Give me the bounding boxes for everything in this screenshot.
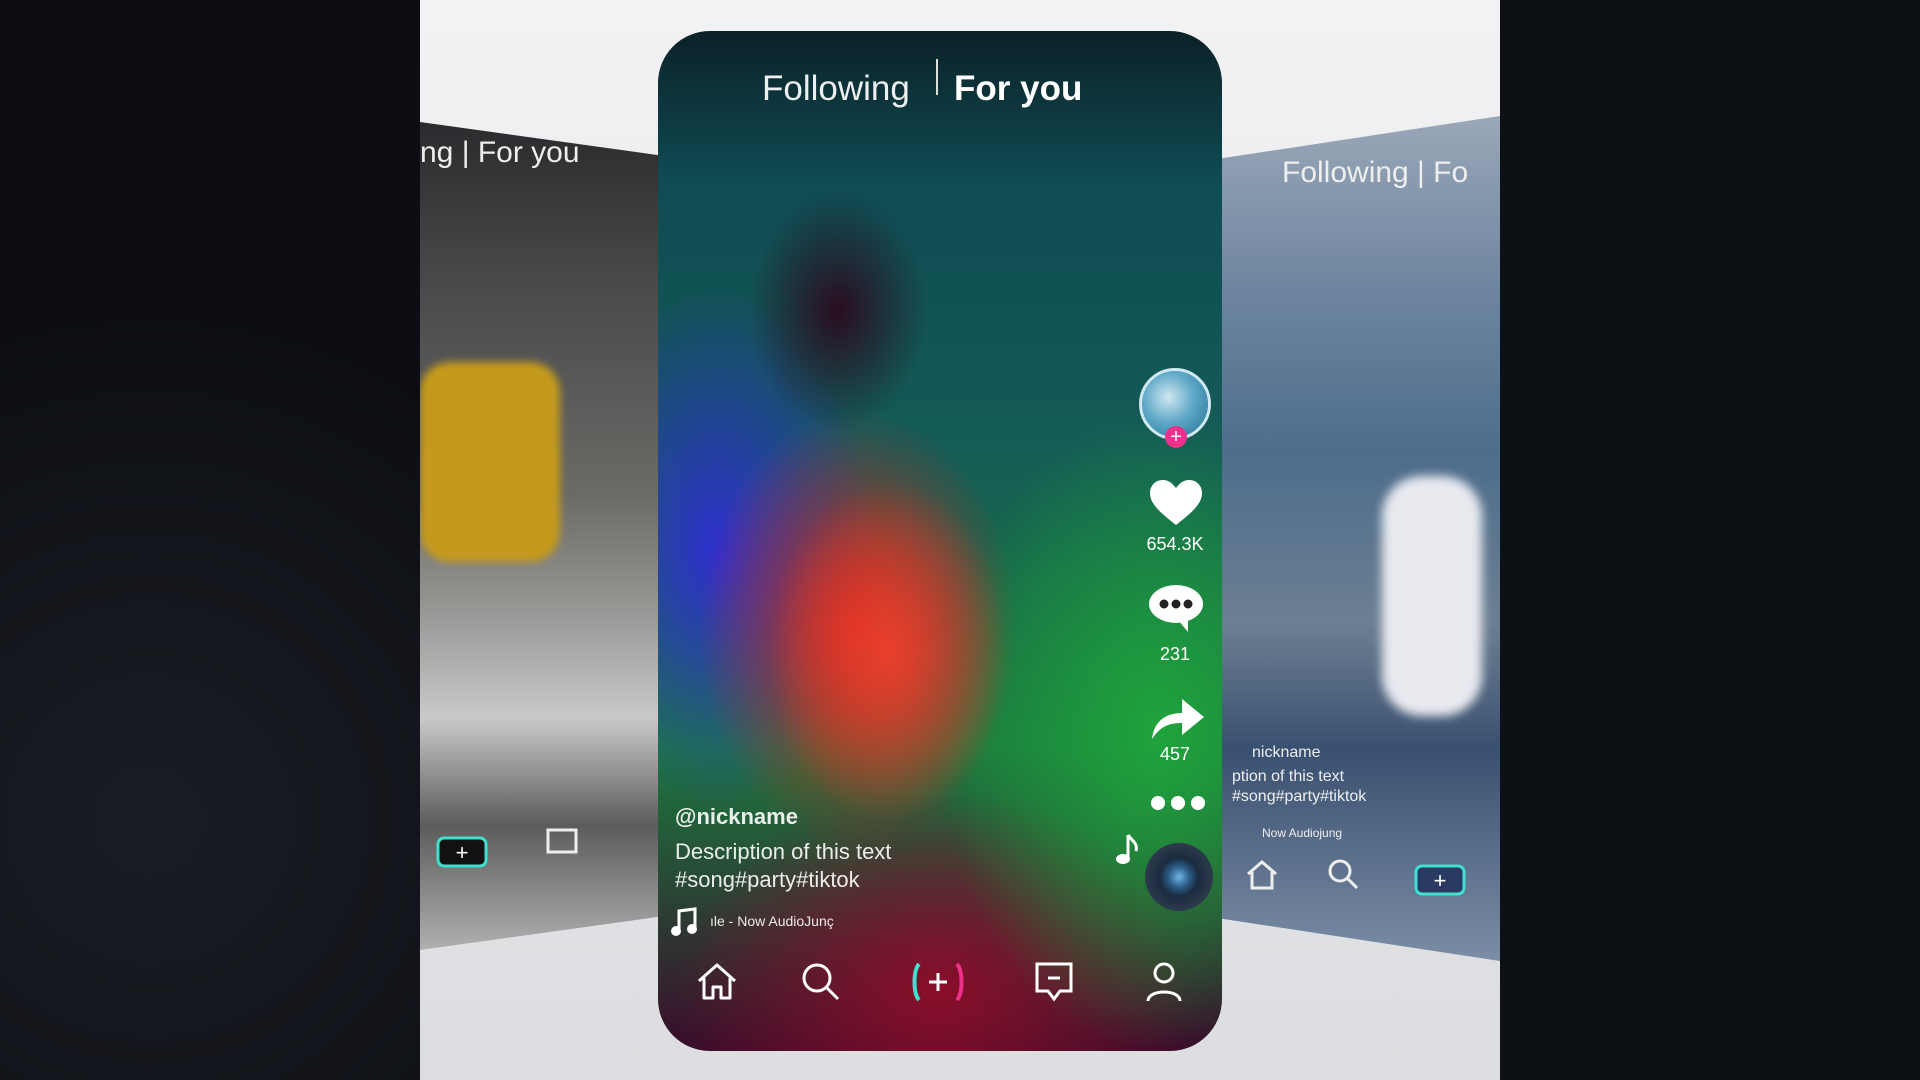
tab-for-you[interactable]: For you xyxy=(954,69,1082,109)
like-count: 654.3K xyxy=(1146,534,1204,554)
left-card-header: ng | For you xyxy=(420,136,580,169)
nav-search-icon[interactable] xyxy=(800,961,842,1003)
nav-profile-icon[interactable] xyxy=(1144,961,1184,1003)
music-disc[interactable] xyxy=(1145,843,1213,911)
post-description: Description of this text xyxy=(675,839,892,864)
tab-following[interactable]: Following xyxy=(762,69,910,109)
right-card-header: Following | Fo xyxy=(1282,156,1469,189)
follow-plus-icon[interactable]: + xyxy=(1165,426,1187,448)
music-title[interactable]: ıle - Now AudioJunç xyxy=(710,913,834,929)
nav-inbox-icon[interactable] xyxy=(1034,961,1074,1003)
create-icon: + xyxy=(1414,864,1466,896)
nav-create-button[interactable] xyxy=(909,961,967,1003)
right-card-music: Now Audiojung xyxy=(1262,826,1343,840)
right-card-hashtags: #song#party#tiktok xyxy=(1232,788,1367,805)
create-icon: + xyxy=(436,836,488,868)
music-note-icon xyxy=(1116,834,1138,864)
more-options-icon[interactable] xyxy=(1150,795,1206,811)
person-figure xyxy=(1382,476,1482,716)
share-count: 457 xyxy=(1159,744,1191,764)
creator-nickname[interactable]: @nickname xyxy=(675,804,798,830)
tab-divider xyxy=(936,59,938,95)
previous-video-card[interactable]: ng | For you + xyxy=(420,122,658,950)
comment-icon[interactable] xyxy=(1148,584,1204,634)
dancer-figure xyxy=(420,362,560,562)
chat-icon xyxy=(546,828,578,854)
background-right xyxy=(1500,0,1920,1080)
background-left xyxy=(0,0,420,1080)
comment-count: 231 xyxy=(1159,644,1191,664)
svg-text:+: + xyxy=(1434,868,1447,893)
search-icon xyxy=(1328,859,1359,890)
video-player[interactable]: Following For you + 654.3K 231 457 @nick… xyxy=(658,31,1222,1051)
heart-icon[interactable] xyxy=(1148,479,1204,529)
right-card-description: ption of this text xyxy=(1232,768,1345,785)
music-note-icon xyxy=(671,907,697,936)
next-video-card[interactable]: Following | Fo nickname ption of this te… xyxy=(1222,116,1500,961)
post-hashtags[interactable]: #song#party#tiktok xyxy=(675,867,860,893)
right-card-nickname: nickname xyxy=(1252,744,1321,761)
svg-text:+: + xyxy=(456,840,469,865)
nav-home-icon[interactable] xyxy=(695,961,739,1001)
home-icon xyxy=(1247,860,1277,890)
share-icon[interactable] xyxy=(1150,695,1206,741)
